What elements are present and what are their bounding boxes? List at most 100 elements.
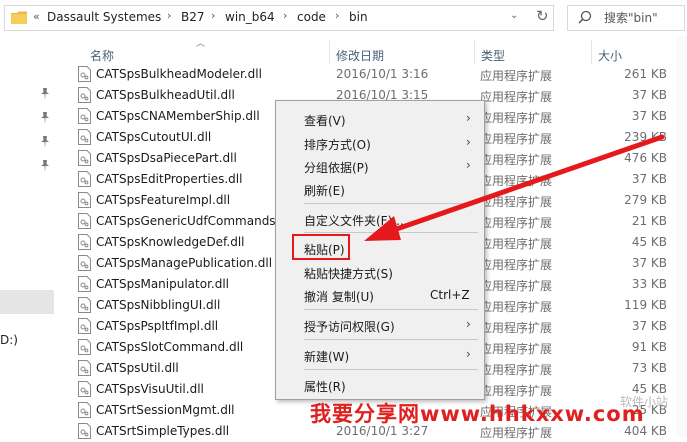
dll-file-icon — [78, 213, 91, 229]
column-divider[interactable] — [474, 40, 475, 64]
menu-divider — [304, 232, 478, 233]
breadcrumb-dassault[interactable]: Dassault Systemes — [47, 10, 161, 24]
file-name: CATSrtSessionMgmt.dll — [96, 403, 235, 417]
file-size: 37 KB — [631, 88, 667, 102]
undo-shortcut-label: Ctrl+Z — [430, 288, 470, 302]
column-header-type[interactable]: 类型 — [481, 47, 505, 64]
dll-file-icon — [78, 66, 91, 82]
file-name: CATSpsGenericUdfCommands — [96, 214, 276, 228]
file-size: 45 KB — [631, 235, 667, 249]
file-size: 37 KB — [631, 319, 667, 333]
file-size: 37 KB — [631, 172, 667, 186]
dll-file-icon — [78, 339, 91, 355]
file-name: CATSpsUtil.dll — [96, 361, 179, 375]
menu-divider — [304, 369, 478, 370]
file-type: 应用程序扩展 — [480, 237, 553, 251]
context-menu: 查看(V) › 排序方式(O) › 分组依据(P) › 刷新(E) 自定义文件夹… — [275, 100, 485, 400]
search-box[interactable] — [567, 5, 685, 31]
dll-file-icon — [78, 108, 91, 124]
submenu-arrow-icon: › — [466, 135, 471, 149]
menu-item-grant-access[interactable]: 授予访问权限(G) — [304, 318, 395, 335]
menu-item-group-by[interactable]: 分组依据(P) — [304, 159, 369, 176]
column-divider[interactable] — [591, 40, 592, 64]
dll-file-icon — [78, 276, 91, 292]
dll-file-icon — [78, 255, 91, 271]
menu-divider — [304, 203, 478, 204]
submenu-arrow-icon: › — [466, 111, 471, 125]
column-header-name[interactable]: 名称 — [90, 47, 114, 64]
file-name: CATSpsSlotCommand.dll — [96, 340, 244, 354]
watermark-faint-text: 软件小站 — [620, 395, 669, 409]
menu-item-new[interactable]: 新建(W) — [304, 348, 349, 365]
file-size: 37 KB — [631, 256, 667, 270]
file-type: 应用程序扩展 — [480, 321, 553, 335]
file-name: CATSpsFeatureImpl.dll — [96, 193, 231, 207]
breadcrumb-win-b64[interactable]: win_b64 — [225, 10, 275, 24]
breadcrumb-bin[interactable]: bin — [349, 10, 368, 24]
column-header-size[interactable]: 大小 — [598, 47, 622, 64]
breadcrumb-separator-icon[interactable]: › — [167, 9, 171, 22]
dll-file-icon — [78, 87, 91, 103]
file-name: CATSpsDsaPiecePart.dll — [96, 151, 237, 165]
file-size: 119 KB — [624, 298, 667, 312]
file-size: 261 KB — [624, 67, 667, 81]
menu-item-customize-folder[interactable]: 自定义文件夹(F)... — [304, 212, 404, 229]
file-type: 应用程序扩展 — [480, 90, 553, 104]
dll-file-icon — [78, 297, 91, 313]
file-size: 33 KB — [631, 277, 667, 291]
file-row[interactable]: CATSpsBulkheadModeler.dll 2016/10/1 3:16 应… — [0, 64, 687, 85]
file-type: 应用程序扩展 — [480, 195, 553, 209]
address-dropdown-icon[interactable]: ⌄ — [510, 10, 518, 21]
breadcrumb-separator-icon[interactable]: › — [283, 9, 287, 22]
menu-item-sort-by[interactable]: 排序方式(O) — [304, 136, 371, 153]
file-size: 239 KB — [624, 130, 667, 144]
menu-item-properties[interactable]: 属性(R) — [304, 378, 346, 395]
dll-file-icon — [78, 192, 91, 208]
file-date: 2016/10/1 3:16 — [336, 67, 429, 81]
breadcrumb-separator-icon[interactable]: › — [335, 9, 339, 22]
file-name: CATSpsKnowledgeDef.dll — [96, 235, 245, 249]
watermark-text: 我要分享网www.hhkxxw.com — [310, 402, 645, 426]
search-input[interactable] — [604, 9, 682, 27]
file-name: CATSpsCutoutUI.dll — [96, 130, 212, 144]
dll-file-icon — [78, 360, 91, 376]
file-name: CATSpsNibblingUI.dll — [96, 298, 221, 312]
file-name: CATSrtSimpleTypes.dll — [96, 424, 230, 438]
file-size: 91 KB — [631, 340, 667, 354]
breadcrumb-code[interactable]: code — [297, 10, 326, 24]
file-name: CATSpsManagePublication.dll — [96, 256, 273, 270]
address-bar[interactable]: « Dassault Systemes › B27 › win_b64 › co… — [4, 5, 554, 31]
file-size: 279 KB — [624, 193, 667, 207]
menu-item-view[interactable]: 查看(V) — [304, 112, 346, 129]
submenu-arrow-icon: › — [466, 317, 471, 331]
folder-icon — [11, 11, 27, 24]
breadcrumb-b27[interactable]: B27 — [181, 10, 205, 24]
column-divider[interactable] — [329, 40, 330, 64]
menu-divider — [304, 309, 478, 310]
file-type: 应用程序扩展 — [480, 279, 553, 293]
breadcrumb-separator-icon[interactable]: › — [211, 9, 215, 22]
submenu-arrow-icon: › — [466, 347, 471, 361]
file-type: 应用程序扩展 — [480, 342, 553, 356]
file-type: 应用程序扩展 — [480, 153, 553, 167]
vertical-scrollbar[interactable] — [676, 36, 687, 437]
file-type: 应用程序扩展 — [480, 258, 553, 272]
file-name: CATSpsBulkheadUtil.dll — [96, 88, 235, 102]
search-icon — [578, 10, 592, 24]
file-type: 应用程序扩展 — [480, 300, 553, 314]
dll-file-icon — [78, 318, 91, 334]
dll-file-icon — [78, 171, 91, 187]
refresh-icon[interactable]: ↻ — [536, 7, 549, 25]
file-type: 应用程序扩展 — [480, 384, 553, 398]
dll-file-icon — [78, 129, 91, 145]
file-size: 37 KB — [631, 109, 667, 123]
history-chevron-icon[interactable]: « — [33, 10, 40, 23]
menu-item-refresh[interactable]: 刷新(E) — [304, 182, 345, 199]
file-name: CATSpsEditProperties.dll — [96, 172, 243, 186]
file-name: CATSpsPspItfImpl.dll — [96, 319, 219, 333]
menu-item-undo-copy[interactable]: 撤消 复制(U) — [304, 288, 374, 305]
dll-file-icon — [78, 381, 91, 397]
column-header-date[interactable]: 修改日期 — [336, 47, 384, 64]
menu-item-paste-shortcut[interactable]: 粘贴快捷方式(S) — [304, 265, 393, 282]
file-size: 476 KB — [624, 151, 667, 165]
